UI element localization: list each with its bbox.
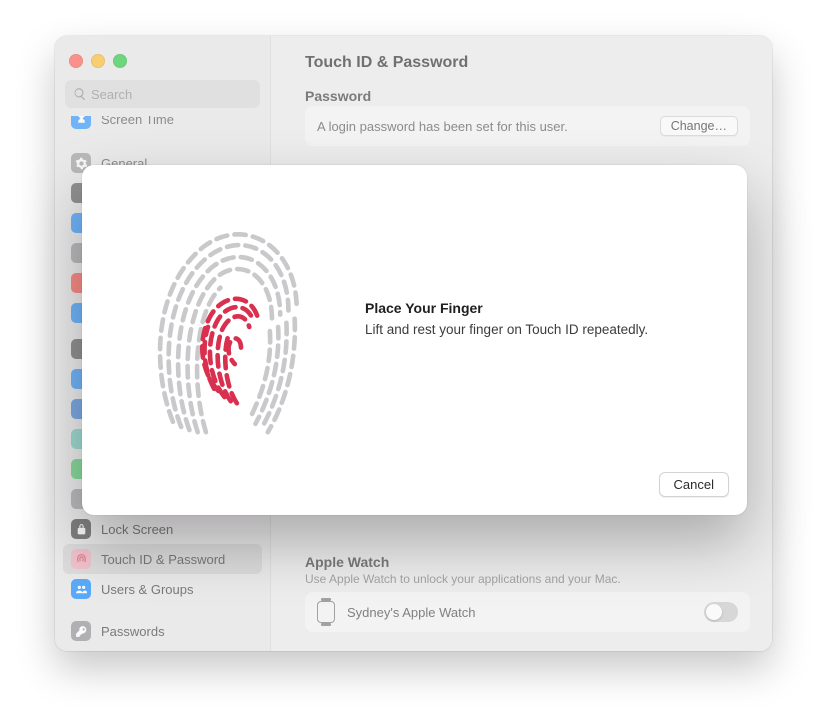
apple-watch-sub: Use Apple Watch to unlock your applicati… [305,572,750,586]
hourglass-icon [71,116,91,129]
lock-icon [71,519,91,539]
search-icon [73,87,87,101]
change-password-button[interactable]: Change… [660,116,738,136]
fingerprint-graphic [122,214,327,444]
password-desc: A login password has been set for this u… [317,119,568,134]
sheet-body: Place Your Finger Lift and rest your fin… [82,165,747,472]
sidebar-item-label: Touch ID & Password [101,552,225,567]
sheet-title: Place Your Finger [365,300,707,316]
sidebar-item-label: Lock Screen [101,522,173,537]
fingerprint-icon [71,549,91,569]
search-field-wrap [65,80,260,108]
page-title: Touch ID & Password [271,36,772,82]
sidebar-item-lock-screen[interactable]: Lock Screen [63,514,262,544]
minimize-icon[interactable] [91,54,105,68]
users-icon [71,579,91,599]
password-section-title: Password [305,88,750,104]
sidebar-item-label: Screen Time [101,116,174,127]
sidebar-item-screen-time[interactable]: Screen Time [63,116,262,134]
sidebar-item-label: Passwords [101,624,165,639]
maximize-icon[interactable] [113,54,127,68]
sidebar-item-users-groups[interactable]: Users & Groups [63,574,262,604]
search-input[interactable] [65,80,260,108]
sidebar-item-touch-id[interactable]: Touch ID & Password [63,544,262,574]
close-icon[interactable] [69,54,83,68]
key-icon [71,621,91,641]
cancel-button[interactable]: Cancel [659,472,729,497]
sidebar-item-label: Users & Groups [101,582,193,597]
fingerprint-icon [142,214,307,444]
password-card: A login password has been set for this u… [305,106,750,146]
sheet-footer: Cancel [82,472,747,515]
apple-watch-title: Apple Watch [305,554,750,570]
apple-watch-toggle[interactable] [704,602,738,622]
sheet-text: Place Your Finger Lift and rest your fin… [327,300,707,357]
watch-icon [317,601,335,623]
apple-watch-device: Sydney's Apple Watch [347,605,692,620]
sidebar-item-passwords[interactable]: Passwords [63,616,262,646]
sheet-desc: Lift and rest your finger on Touch ID re… [365,322,707,337]
touch-id-enroll-sheet: Place Your Finger Lift and rest your fin… [82,165,747,515]
window-controls [55,46,270,80]
apple-watch-row: Sydney's Apple Watch [305,592,750,632]
